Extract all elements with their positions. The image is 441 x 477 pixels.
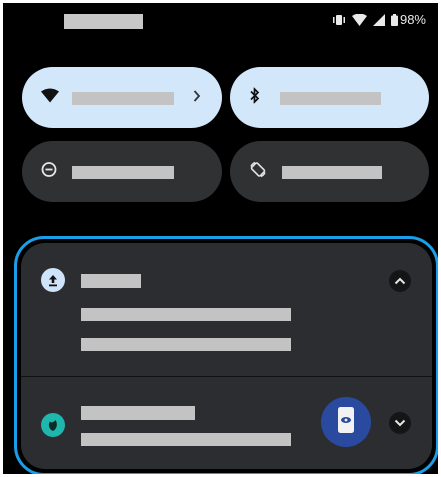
phone-eye-icon (337, 406, 355, 439)
expand-button[interactable] (389, 412, 411, 434)
notification-text-line (81, 433, 291, 446)
notification-text-line (81, 308, 291, 321)
auto-rotate-icon (249, 160, 267, 183)
upload-icon (41, 268, 65, 292)
notification-group (21, 243, 432, 469)
chevron-up-icon (394, 272, 406, 290)
status-bar-icons: 98% (332, 12, 426, 27)
bluetooth-icon (250, 86, 260, 108)
tile-auto-rotate[interactable] (230, 141, 429, 202)
tile-label-placeholder (280, 92, 381, 105)
app-leaf-icon (41, 413, 65, 437)
tile-label-placeholder (72, 166, 174, 179)
notification-app[interactable] (21, 377, 432, 469)
notification-text-line (81, 338, 291, 351)
tile-do-not-disturb[interactable] (22, 141, 222, 202)
battery-icon (390, 13, 398, 26)
wifi-icon (41, 88, 59, 107)
chevron-right-icon (193, 89, 201, 107)
notification-title-placeholder (81, 406, 195, 420)
battery-percentage: 98% (399, 12, 426, 27)
chevron-down-icon (394, 414, 406, 432)
notification-title-placeholder (81, 274, 141, 288)
tile-bluetooth[interactable] (230, 67, 429, 128)
notification-upload[interactable] (21, 243, 432, 376)
signal-icon (372, 13, 385, 26)
notification-thumbnail (321, 397, 371, 447)
tile-label-placeholder (72, 92, 174, 105)
wifi-icon (351, 13, 367, 26)
status-time-placeholder (64, 14, 143, 29)
do-not-disturb-icon (41, 161, 57, 182)
collapse-button[interactable] (389, 270, 411, 292)
vibrate-icon (332, 14, 346, 26)
phone-screen: 98% (3, 3, 438, 474)
tile-label-placeholder (282, 166, 382, 179)
tile-internet[interactable] (22, 67, 222, 128)
